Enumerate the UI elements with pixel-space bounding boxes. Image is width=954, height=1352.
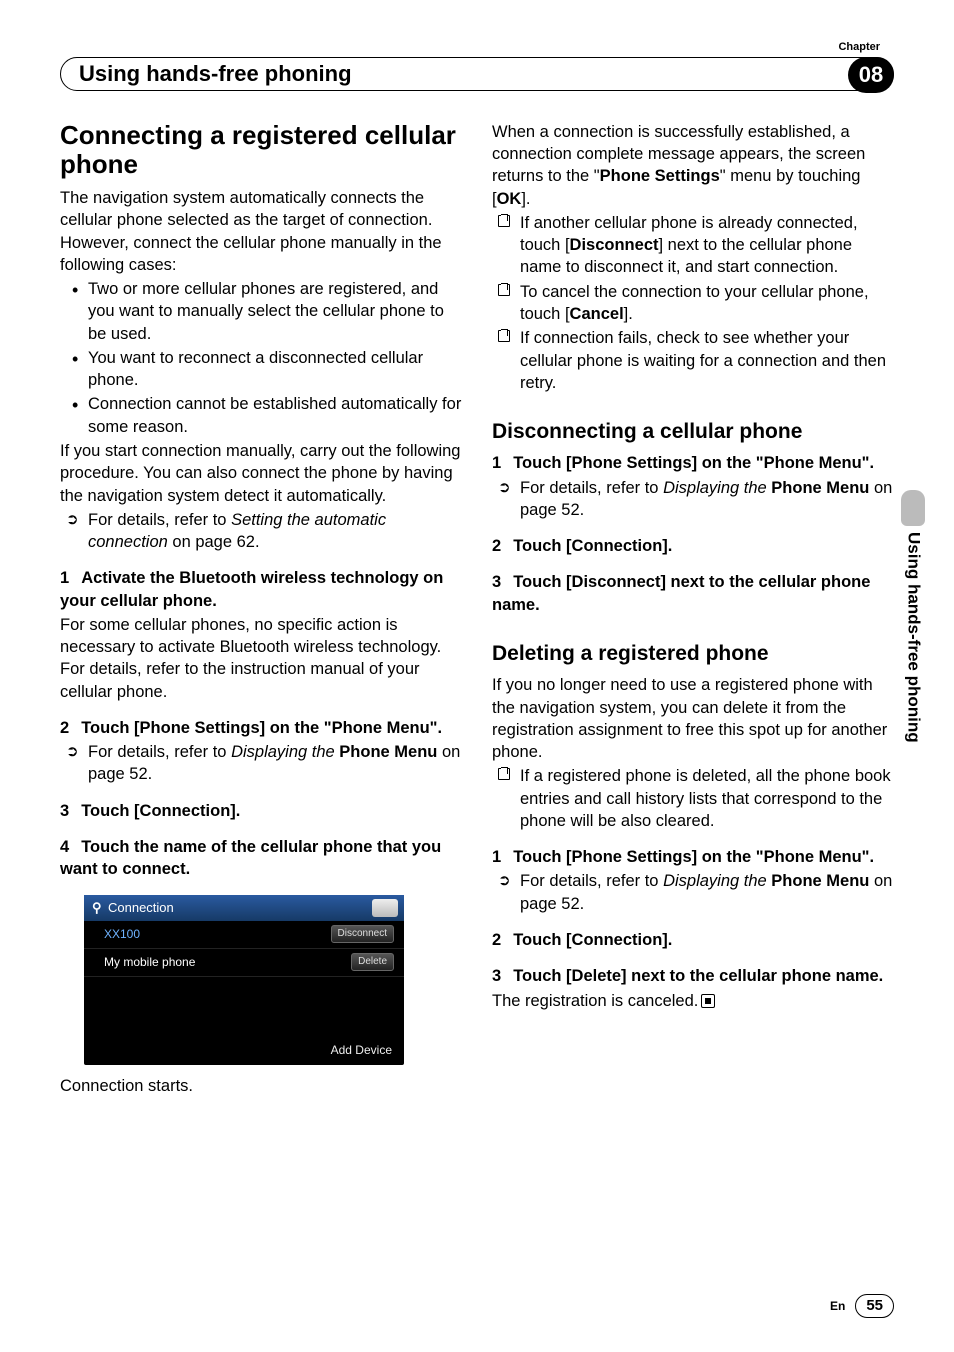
screenshot-title: Connection (108, 899, 174, 917)
ref-link: Displaying the (231, 743, 335, 761)
device-row: XX100 Disconnect (84, 921, 404, 949)
chapter-number-badge: 08 (848, 57, 894, 93)
step-2: 2Touch [Phone Settings] on the "Phone Me… (60, 717, 462, 739)
ref-text: on page 62. (168, 533, 260, 551)
step-1-body: For some cellular phones, no specific ac… (60, 614, 462, 703)
note-icon (498, 215, 510, 227)
note-item: To cancel the connection to your cellula… (492, 281, 894, 326)
delete-body: The registration is canceled. (492, 990, 894, 1012)
note-item: If another cellular phone is already con… (492, 212, 894, 279)
right-column: When a connection is successfully establ… (492, 121, 894, 1099)
side-tab-cap-icon (901, 490, 925, 526)
section-end-icon (701, 994, 715, 1008)
del-step-1: 1Touch [Phone Settings] on the "Phone Me… (492, 846, 894, 868)
manual-connect-paragraph: If you start connection manually, carry … (60, 440, 462, 507)
del-step-2: 2Touch [Connection]. (492, 929, 894, 951)
left-column: Connecting a registered cellular phone T… (60, 121, 462, 1099)
side-tab-label: Using hands-free phoning (902, 532, 925, 743)
ref-link: Displaying the (663, 479, 767, 497)
note-icon (498, 330, 510, 342)
back-icon (372, 899, 398, 917)
connection-screenshot: ⚲ Connection XX100 Disconnect My mobile … (84, 895, 404, 1065)
cross-reference: ➲ For details, refer to Displaying the P… (492, 477, 894, 522)
ref-bold: Phone Menu (771, 872, 869, 890)
section-title-connecting: Connecting a registered cellular phone (60, 121, 462, 179)
ref-text: For details, refer to (520, 479, 663, 497)
page-title: Using hands-free phoning (79, 59, 352, 89)
connection-starts-text: Connection starts. (60, 1075, 462, 1097)
list-item: Connection cannot be established automat… (60, 393, 462, 438)
intro-paragraph: The navigation system automatically conn… (60, 187, 462, 276)
language-label: En (830, 1298, 845, 1314)
subsection-deleting: Deleting a registered phone (492, 640, 894, 668)
cross-reference: ➲ For details, refer to Displaying the P… (60, 741, 462, 786)
del-step-3: 3Touch [Delete] next to the cellular pho… (492, 965, 894, 987)
connection-complete-paragraph: When a connection is successfully establ… (492, 121, 894, 210)
chapter-label: Chapter (60, 40, 894, 55)
note-item: If connection fails, check to see whethe… (492, 327, 894, 394)
note-icon (498, 284, 510, 296)
cross-reference: ➲ For details, refer to Setting the auto… (60, 509, 462, 554)
screenshot-header: ⚲ Connection (84, 895, 404, 921)
reference-arrow-icon: ➲ (498, 871, 511, 891)
ref-bold: Phone Menu (771, 479, 869, 497)
disc-step-2: 2Touch [Connection]. (492, 535, 894, 557)
ref-text: For details, refer to (88, 511, 231, 529)
reference-arrow-icon: ➲ (498, 478, 511, 498)
disconnect-button: Disconnect (331, 925, 394, 943)
step-3: 3Touch [Connection]. (60, 800, 462, 822)
note-item: If a registered phone is deleted, all th… (492, 765, 894, 832)
list-item: Two or more cellular phones are register… (60, 278, 462, 345)
device-name: My mobile phone (104, 954, 195, 970)
reference-arrow-icon: ➲ (66, 510, 79, 530)
subsection-disconnecting: Disconnecting a cellular phone (492, 418, 894, 446)
device-name: XX100 (104, 926, 140, 942)
ref-text: For details, refer to (520, 872, 663, 890)
header-bar: Using hands-free phoning 08 (60, 57, 894, 91)
bluetooth-icon: ⚲ (92, 899, 104, 917)
side-tab: Using hands-free phoning (900, 490, 926, 790)
disc-step-3: 3Touch [Disconnect] next to the cellular… (492, 571, 894, 616)
step-4: 4Touch the name of the cellular phone th… (60, 836, 462, 881)
delete-button: Delete (351, 953, 394, 971)
page-number: 55 (855, 1294, 894, 1318)
note-icon (498, 768, 510, 780)
step-1: 1Activate the Bluetooth wireless technol… (60, 567, 462, 612)
cross-reference: ➲ For details, refer to Displaying the P… (492, 870, 894, 915)
list-item: You want to reconnect a disconnected cel… (60, 347, 462, 392)
disc-step-1: 1Touch [Phone Settings] on the "Phone Me… (492, 452, 894, 474)
ref-text: For details, refer to (88, 743, 231, 761)
ref-link: Displaying the (663, 872, 767, 890)
ref-bold: Phone Menu (339, 743, 437, 761)
device-row: My mobile phone Delete (84, 949, 404, 977)
cases-list: Two or more cellular phones are register… (60, 278, 462, 438)
delete-intro: If you no longer need to use a registere… (492, 674, 894, 763)
page-footer: En 55 (830, 1294, 894, 1318)
reference-arrow-icon: ➲ (66, 742, 79, 762)
add-device-button: Add Device (331, 1042, 392, 1058)
